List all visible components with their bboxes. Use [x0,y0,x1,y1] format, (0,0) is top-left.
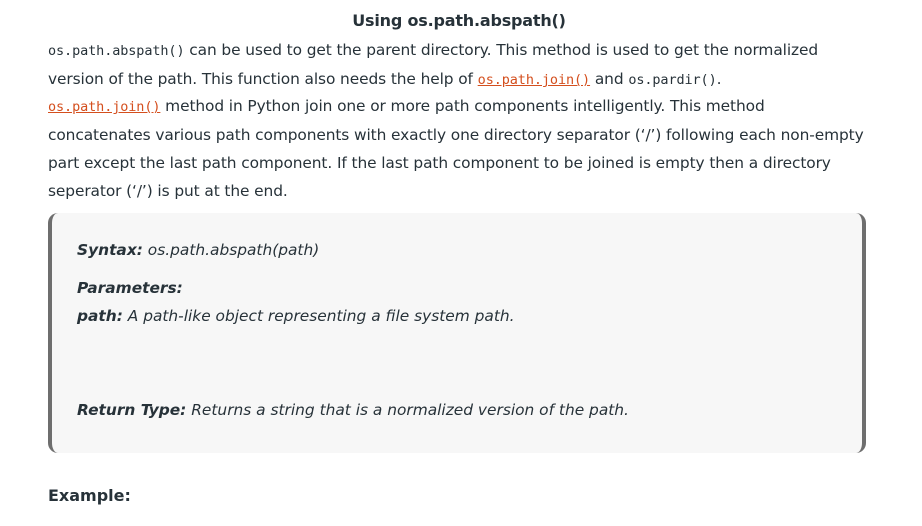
syntax-line: Syntax: os.path.abspath(path) [77,241,319,259]
paragraph-text: . [716,70,722,88]
parameters-label: Parameters: [77,279,183,297]
paragraph-text: method in Python join one or more path c… [48,97,864,200]
path-label: path: [77,307,123,325]
syntax-label: Syntax: [77,241,143,259]
return-type-description: Returns a string that is a normalized ve… [186,401,629,419]
inline-code-abspath: os.path.abspath() [48,43,185,59]
syntax-box: Syntax: os.path.abspath(path) Parameters… [48,213,866,453]
path-description: A path-like object representing a file s… [122,307,515,325]
return-type-line: Return Type: Returns a string that is a … [77,401,629,419]
link-os-path-join[interactable]: os.path.join() [48,99,160,115]
syntax-value: os.path.abspath(path) [142,241,320,259]
inline-code-pardir: os.pardir() [628,72,717,88]
example-heading: Example: [48,486,131,505]
return-type-label: Return Type: [77,401,187,419]
paragraph-text: and [590,70,629,88]
parameters-heading: Parameters: [77,279,183,297]
link-os-path-join[interactable]: os.path.join() [478,72,590,88]
section-heading: Using os.path.abspath() [352,11,566,30]
parameter-path: path: A path-like object representing a … [77,307,515,325]
paragraph-join-description: os.path.join() method in Python join one… [48,92,868,205]
paragraph-abspath-intro: os.path.abspath() can be used to get the… [48,36,868,94]
